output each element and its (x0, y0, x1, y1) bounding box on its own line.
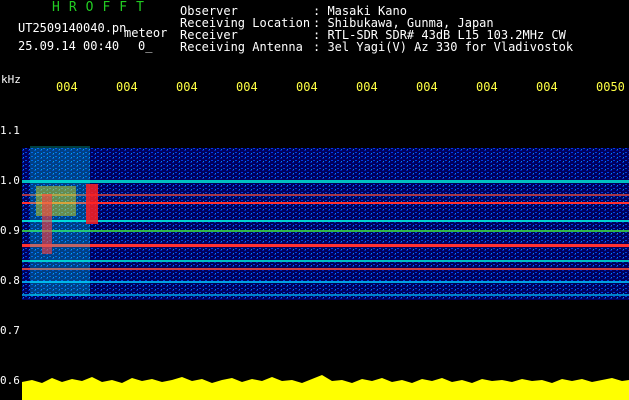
spectrogram (22, 146, 629, 400)
mode-label: meteor (124, 26, 168, 40)
carrier-line (22, 294, 629, 296)
carrier-line (22, 244, 629, 247)
datetime-label: 25.09.14 00:40 (18, 39, 120, 53)
noise-band (22, 148, 629, 300)
antenna-value: : 3el Yagi(V) Az 330 for Vladivostok (313, 40, 574, 54)
carrier-line (22, 268, 629, 270)
meteor-burst (86, 184, 98, 224)
carrier-line (22, 194, 629, 196)
x-tick: 0050 (596, 80, 625, 94)
x-tick: 004 (476, 80, 498, 94)
baseline (22, 396, 629, 400)
meteor-burst (42, 194, 52, 254)
x-tick: 004 (236, 80, 258, 94)
y-tick: 1.0 (0, 174, 20, 187)
y-tick: 0.9 (0, 224, 20, 237)
carrier-line (22, 202, 629, 204)
meteor-burst (30, 146, 90, 296)
app-title-logo: HROFFT (52, 0, 153, 15)
x-tick: 004 (176, 80, 198, 94)
carrier-line (22, 281, 629, 283)
antenna-label: Receiving Antenna (180, 40, 303, 54)
x-tick: 004 (296, 80, 318, 94)
carrier-line (22, 260, 629, 262)
x-tick: 004 (356, 80, 378, 94)
counter-label: 0_ (138, 39, 153, 53)
y-tick: 1.1 (0, 124, 20, 137)
x-tick: 004 (116, 80, 138, 94)
carrier-line (22, 180, 629, 183)
carrier-line (22, 230, 629, 232)
x-tick: 004 (416, 80, 438, 94)
axis-unit: kHz (1, 73, 21, 86)
y-tick: 0.7 (0, 324, 20, 337)
x-tick: 004 (536, 80, 558, 94)
y-tick: 0.6 (0, 374, 20, 387)
carrier-line (22, 220, 629, 222)
y-tick: 0.8 (0, 274, 20, 287)
x-tick: 004 (56, 80, 78, 94)
filename-label: UT2509140040.pn (18, 21, 127, 35)
